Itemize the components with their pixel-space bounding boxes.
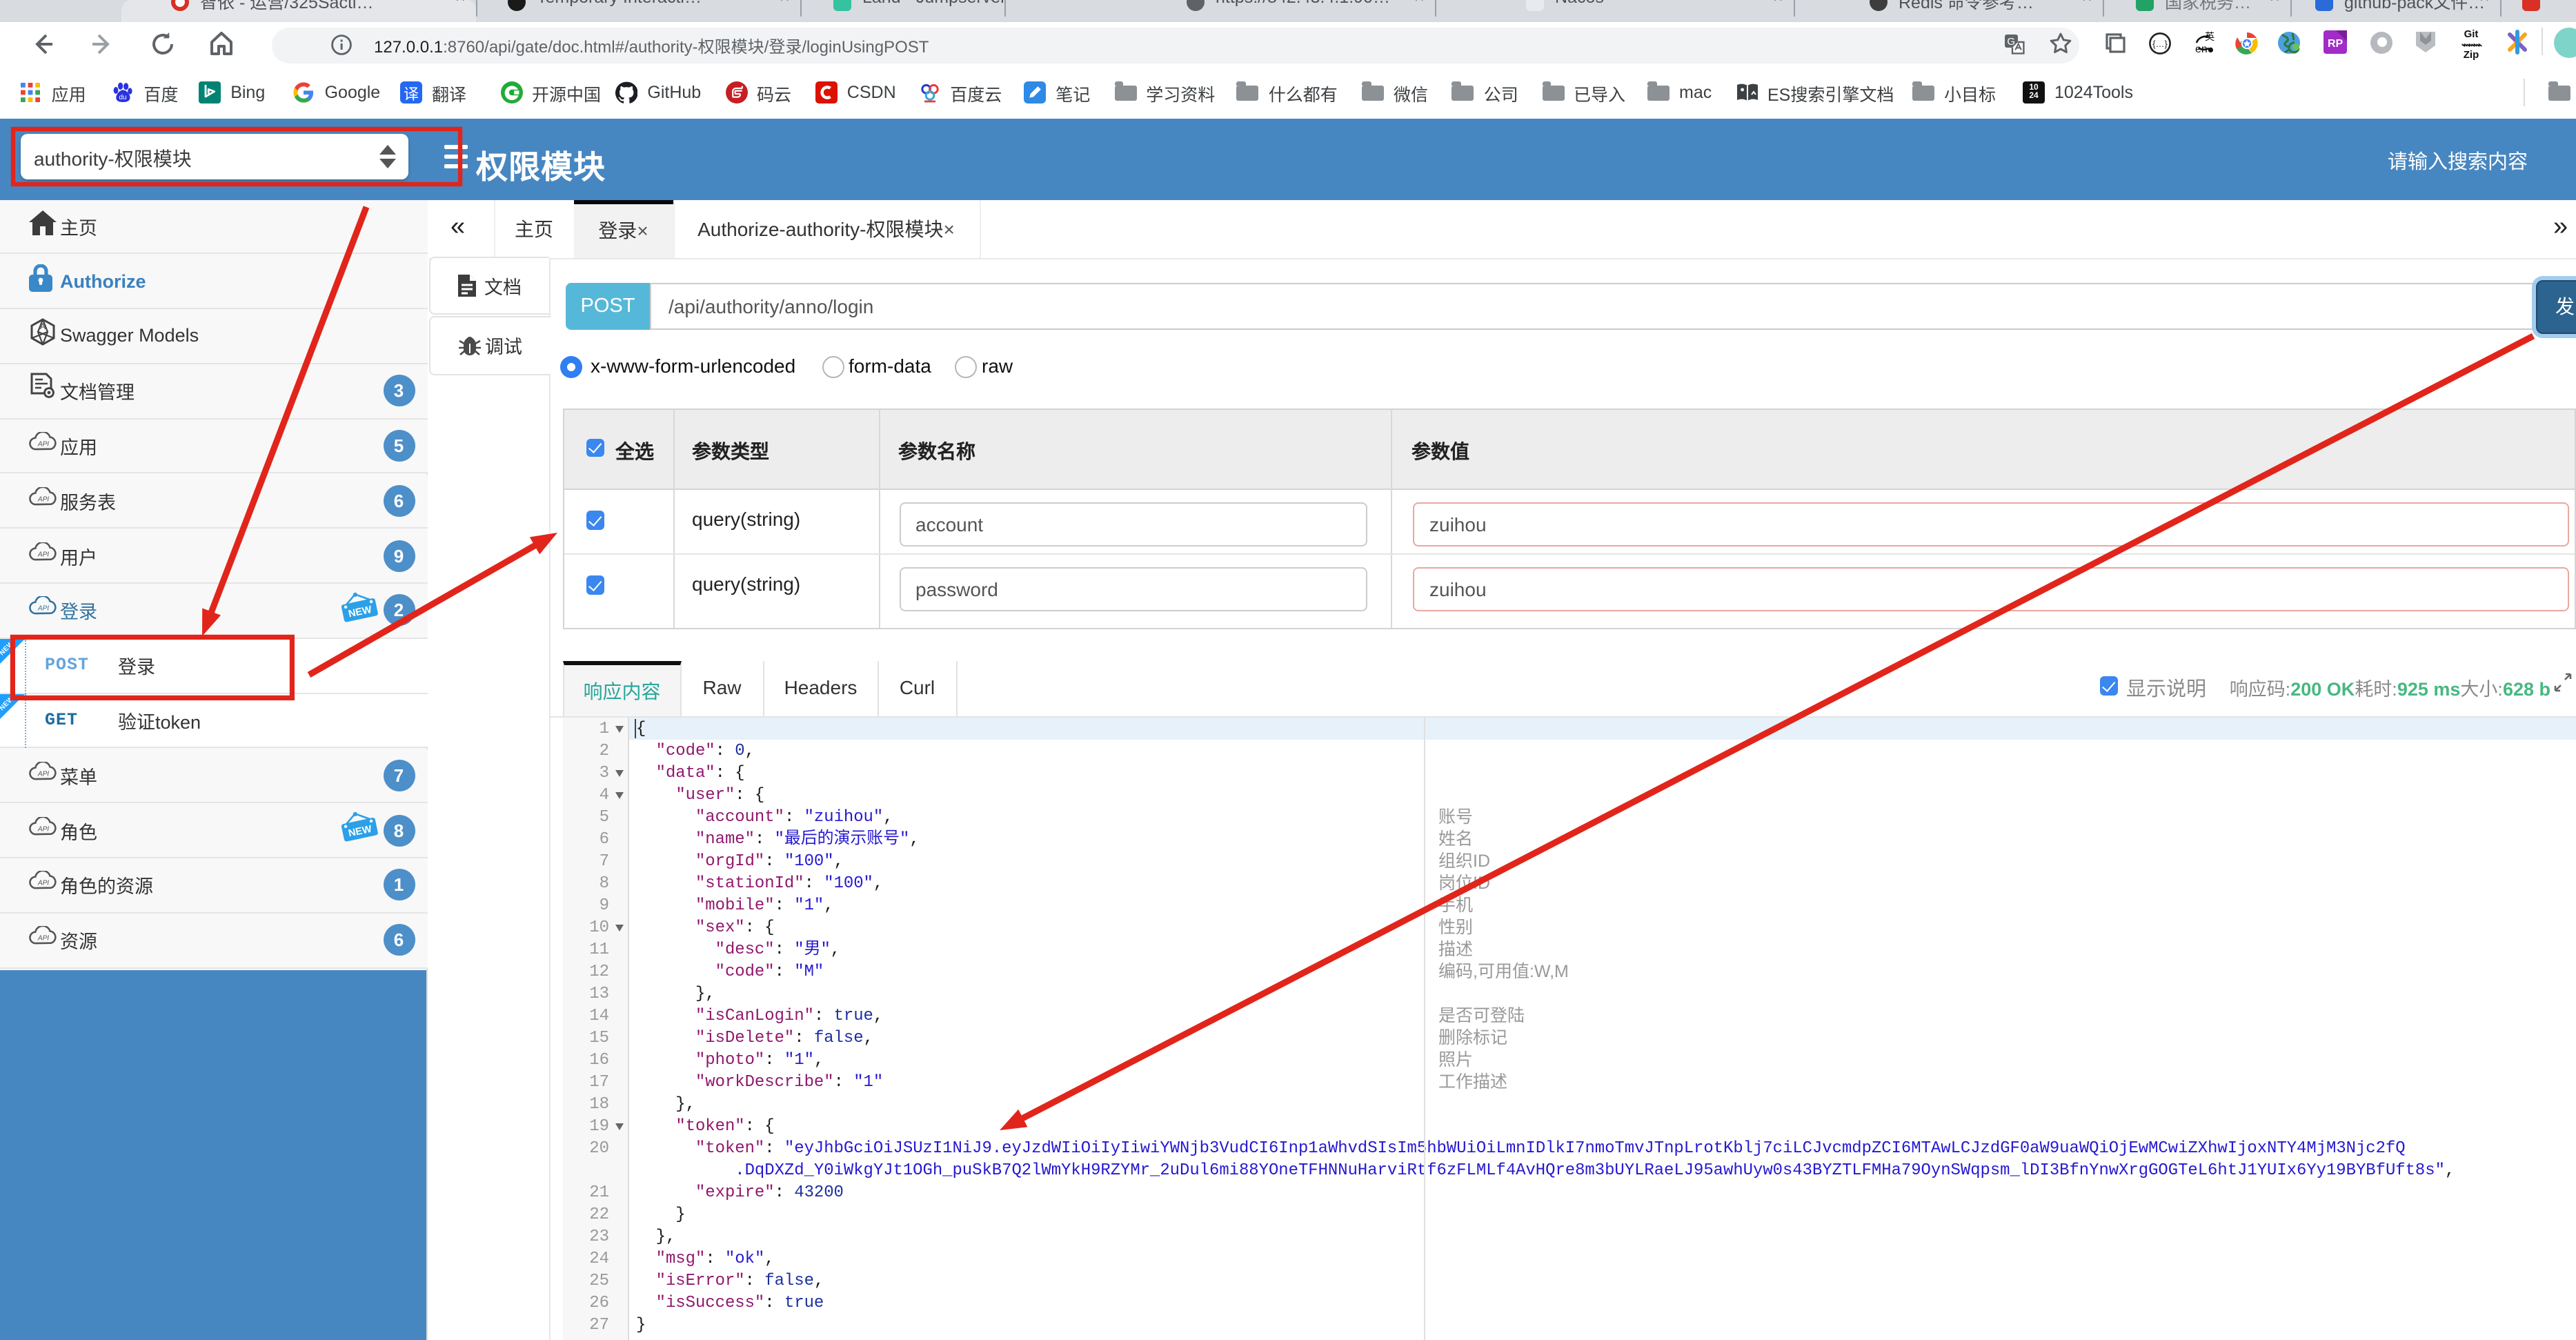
svg-text:API: API	[37, 935, 49, 943]
svg-text:API: API	[37, 825, 49, 833]
svg-text:API: API	[37, 495, 49, 503]
svg-text:API: API	[37, 551, 49, 558]
svg-text:G: G	[2007, 36, 2015, 48]
svg-text:API: API	[37, 441, 49, 449]
svg-text:du: du	[119, 94, 127, 101]
svg-text:A: A	[40, 322, 46, 332]
svg-text:{…}: {…}	[2152, 39, 2168, 49]
svg-text:API: API	[37, 880, 49, 887]
svg-text:API: API	[37, 770, 49, 778]
svg-text:API: API	[37, 605, 49, 613]
